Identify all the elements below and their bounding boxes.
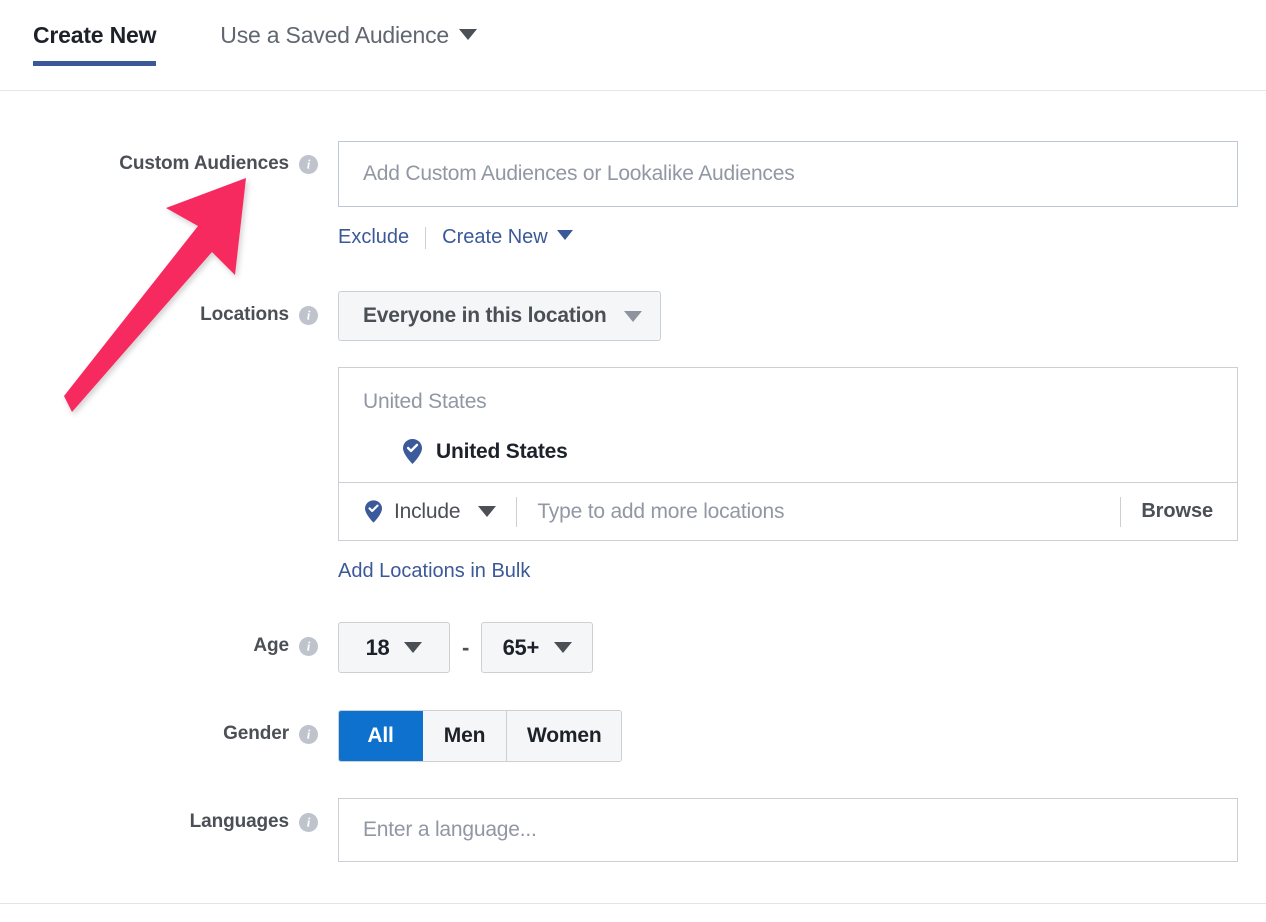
custom-audiences-links: Exclude Create New (338, 226, 1238, 249)
location-search-placeholder: Type to add more locations (537, 500, 784, 523)
custom-audiences-input[interactable]: Add Custom Audiences or Lookalike Audien… (338, 141, 1238, 207)
map-pin-check-icon (365, 500, 382, 523)
exclude-link[interactable]: Exclude (338, 226, 409, 249)
gender-field: All Men Women (338, 710, 622, 762)
info-icon[interactable] (299, 637, 318, 656)
pink-annotation-arrow (50, 168, 260, 418)
tab-use-saved-audience[interactable]: Use a Saved Audience (220, 22, 477, 77)
custom-audiences-label: Custom Audiences (119, 153, 318, 175)
field-divider (516, 497, 517, 527)
audience-targeting-panel: Create New Use a Saved Audience Custom A… (0, 0, 1266, 922)
map-pin-check-icon (403, 439, 422, 464)
gender-option-men[interactable]: Men (423, 711, 507, 761)
include-exclude-dropdown[interactable]: Include (365, 500, 496, 524)
gender-toggle-group: All Men Women (338, 710, 622, 762)
chevron-down-icon (554, 642, 572, 653)
browse-divider (1120, 497, 1121, 527)
custom-audiences-field: Add Custom Audiences or Lookalike Audien… (338, 141, 1238, 249)
add-locations-in-bulk-link[interactable]: Add Locations in Bulk (338, 560, 530, 583)
chevron-down-icon (404, 642, 422, 653)
location-search-input[interactable]: Type to add more locations (537, 500, 1100, 524)
chevron-down-icon (459, 29, 477, 40)
age-min-dropdown[interactable]: 18 (338, 622, 450, 673)
gender-option-women[interactable]: Women (507, 711, 621, 761)
age-field: 18 - 65+ (338, 622, 593, 673)
location-scope-value: Everyone in this location (363, 304, 607, 328)
selected-locations-list: United States United States (339, 368, 1237, 482)
link-divider (425, 227, 426, 249)
languages-label: Languages (190, 811, 318, 833)
location-name: United States (436, 440, 568, 464)
languages-placeholder: Enter a language... (363, 818, 537, 842)
age-min-value: 18 (366, 635, 390, 661)
chevron-down-icon (624, 311, 642, 322)
age-max-value: 65+ (503, 635, 539, 661)
languages-field: Enter a language... (338, 798, 1238, 862)
locations-label: Locations (200, 304, 318, 326)
age-range-separator: - (462, 635, 469, 661)
tab-create-new[interactable]: Create New (33, 22, 156, 77)
list-item[interactable]: United States (363, 439, 1237, 464)
info-icon[interactable] (299, 725, 318, 744)
info-icon[interactable] (299, 155, 318, 174)
age-label: Age (253, 635, 318, 657)
location-add-row: Include Type to add more locations Brows… (339, 482, 1237, 540)
tab-use-saved-audience-label: Use a Saved Audience (220, 22, 449, 48)
gender-option-all[interactable]: All (339, 711, 423, 761)
create-new-audience-link[interactable]: Create New (442, 226, 573, 249)
browse-locations-button[interactable]: Browse (1141, 500, 1213, 523)
section-divider (0, 903, 1266, 904)
tab-create-new-label: Create New (33, 22, 156, 48)
locations-group-header: United States (363, 390, 1237, 414)
chevron-down-icon (478, 506, 496, 517)
info-icon[interactable] (299, 813, 318, 832)
selected-locations-box: United States United States (338, 367, 1238, 541)
tab-list: Create New Use a Saved Audience (33, 22, 477, 77)
gender-label: Gender (223, 723, 318, 745)
age-max-dropdown[interactable]: 65+ (481, 622, 593, 673)
locations-field: Everyone in this location United States (338, 291, 1238, 583)
location-scope-dropdown[interactable]: Everyone in this location (338, 291, 661, 341)
chevron-down-icon (557, 230, 573, 240)
languages-input[interactable]: Enter a language... (338, 798, 1238, 862)
include-exclude-value: Include (394, 500, 460, 524)
audience-tab-bar: Create New Use a Saved Audience (0, 0, 1266, 91)
custom-audiences-placeholder: Add Custom Audiences or Lookalike Audien… (363, 162, 795, 186)
info-icon[interactable] (299, 306, 318, 325)
